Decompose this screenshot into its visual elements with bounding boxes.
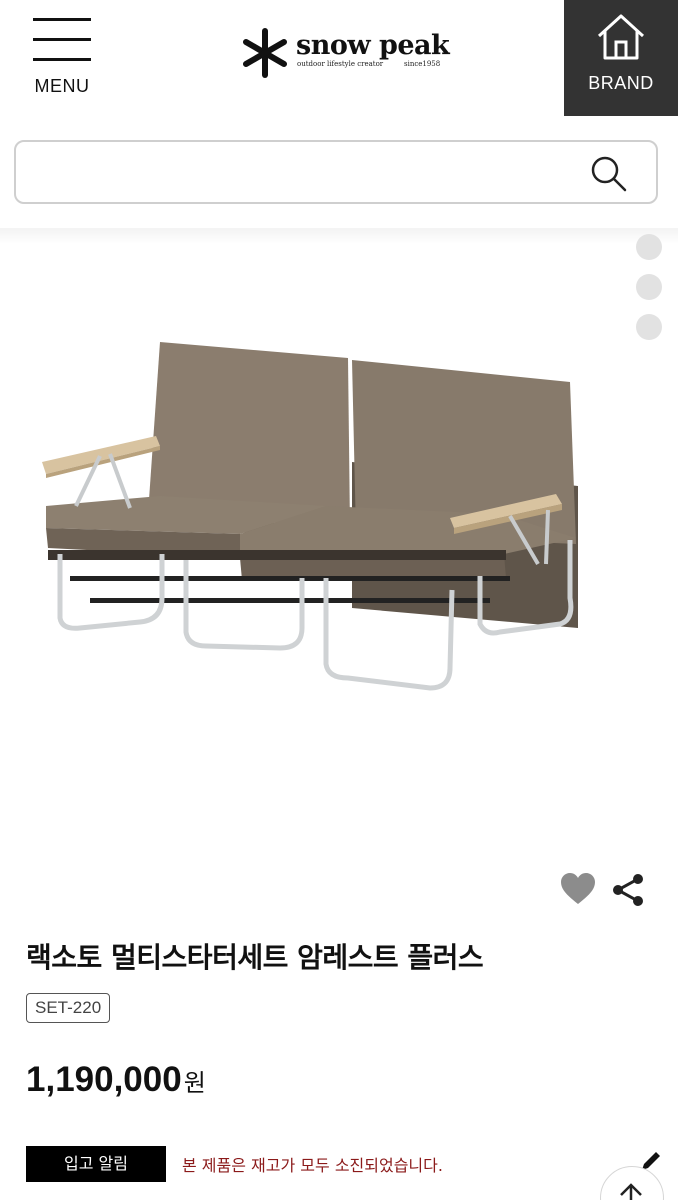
gallery-pagination <box>636 234 664 354</box>
logo-since: since1958 <box>404 60 441 68</box>
price-value: 1,190,000 <box>26 1060 182 1099</box>
product-sku-badge: SET-220 <box>26 993 111 1023</box>
asterisk-logo-icon <box>243 28 287 78</box>
menu-button[interactable]: MENU <box>28 14 96 98</box>
search-button[interactable] <box>588 154 630 194</box>
search-box <box>14 140 658 204</box>
gallery-dot-3[interactable] <box>636 314 662 340</box>
product-image <box>42 342 578 691</box>
price-currency: 원 <box>183 1070 206 1097</box>
logo-tagline: outdoor lifestyle creator <box>297 60 384 68</box>
share-button[interactable] <box>610 872 646 908</box>
heart-icon <box>561 873 595 904</box>
brand-button[interactable]: BRAND <box>564 0 678 116</box>
share-icon <box>613 874 643 906</box>
gallery-dot-2[interactable] <box>636 274 662 300</box>
restock-alert-button[interactable]: 입고 알림 <box>26 1146 166 1182</box>
product-title: 랙소토 멀티스타터세트 암레스트 플러스 <box>26 941 484 974</box>
home-icon <box>597 14 645 60</box>
header: MENU snow peak outdoor lifestyle creator… <box>0 0 678 116</box>
soldout-message: 본 제품은 재고가 모두 소진되었습니다. <box>182 1156 443 1175</box>
search-icon <box>591 156 627 192</box>
wishlist-button[interactable] <box>560 872 596 906</box>
hamburger-icon <box>33 18 91 62</box>
arrow-up-icon <box>620 1183 642 1200</box>
menu-label: MENU <box>34 76 90 96</box>
snow-peak-logo[interactable]: snow peak outdoor lifestyle creator sinc… <box>240 26 450 80</box>
search-input[interactable] <box>30 152 570 192</box>
product-gallery[interactable] <box>0 228 678 858</box>
brand-label: BRAND <box>588 73 654 93</box>
logo-name: snow peak <box>296 30 450 61</box>
product-price: 1,190,000원 <box>26 1060 206 1100</box>
gallery-dot-1[interactable] <box>636 234 662 260</box>
scroll-top-button[interactable] <box>600 1166 664 1200</box>
